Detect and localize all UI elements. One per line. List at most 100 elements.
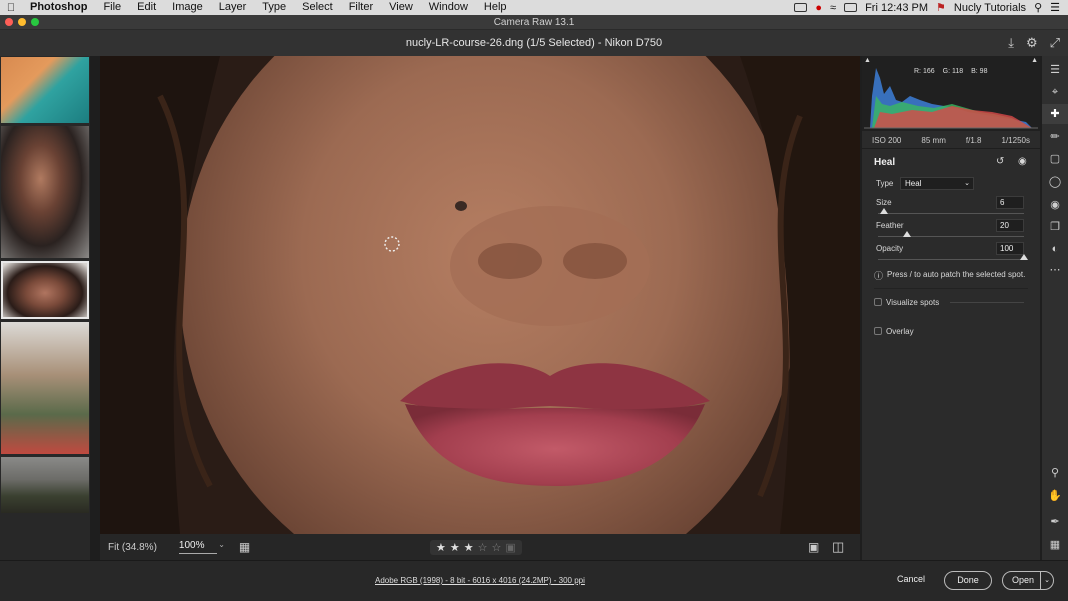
window-controls [5, 18, 39, 26]
grid-overlay-icon[interactable]: ▦ [1042, 535, 1068, 555]
menubar-clock[interactable]: Fri 12:43 PM [865, 2, 928, 14]
filmstrip-toggle-icon[interactable]: ▦ [239, 540, 250, 554]
radial-filter-icon[interactable]: ◯ [1042, 172, 1068, 192]
size-slider-thumb[interactable] [879, 208, 888, 214]
menu-type[interactable]: Type [254, 0, 294, 15]
type-dropdown[interactable]: Heal ⌄ [900, 177, 974, 190]
star-rating[interactable]: ★ ★ ★ ☆ ☆ ▣ [430, 540, 522, 555]
feather-input[interactable]: 20 [996, 219, 1024, 232]
zoom-value: 100% [178, 540, 205, 551]
color-sampler-icon[interactable]: ✒ [1042, 512, 1068, 532]
canvas-bottombar: Fit (34.8%) 100% ⌄ ▦ ★ ★ ★ ☆ ☆ ▣ ▣ ◫ [100, 534, 860, 560]
info-icon: ⓘ [874, 271, 884, 281]
highlight-clip-icon[interactable]: ▲ [1031, 57, 1038, 64]
aperture-value: f/1.8 [965, 135, 982, 145]
save-image-icon[interactable]: ⤓ [1008, 30, 1014, 56]
cancel-button[interactable]: Cancel [886, 571, 936, 590]
wifi-icon[interactable]: ≈ [830, 2, 836, 14]
menu-file[interactable]: File [95, 0, 129, 15]
feather-slider-track[interactable] [878, 236, 1024, 237]
screen-record-icon[interactable] [794, 3, 808, 12]
filmstrip-thumb-building[interactable] [1, 322, 89, 454]
rating-star-icon[interactable]: ★ [436, 541, 446, 554]
filmstrip-thumb-portrait-curtain[interactable] [1, 126, 89, 258]
red-eye-icon[interactable]: ◉ [1042, 195, 1068, 215]
chevron-down-icon: ⌄ [964, 180, 970, 187]
fullscreen-icon[interactable]: ⤢ [1050, 30, 1060, 56]
rating-star-icon[interactable]: ☆ [492, 541, 502, 554]
menu-select[interactable]: Select [294, 0, 341, 15]
airplay-icon[interactable] [844, 3, 858, 12]
open-button-label: Open [1012, 575, 1035, 585]
crop-icon[interactable]: ⌖ [1042, 82, 1068, 102]
zoom-dropdown[interactable]: 100% ⌄ [178, 540, 225, 554]
open-options-chevron-icon[interactable]: ⌄ [1040, 572, 1053, 589]
rating-star-icon[interactable]: ★ [464, 541, 474, 554]
rating-star-icon[interactable]: ★ [450, 541, 460, 554]
mac-menubar:  Photoshop File Edit Image Layer Type S… [0, 0, 1068, 15]
snapshots-icon[interactable]: ❐ [1042, 217, 1068, 237]
shutter-value: 1/1250s [1001, 135, 1030, 145]
filmstrip-thumb-landscape[interactable] [1, 457, 89, 513]
menu-window[interactable]: Window [421, 0, 476, 15]
menu-layer[interactable]: Layer [211, 0, 255, 15]
minimize-window-button[interactable] [18, 18, 26, 26]
feather-label: Feather [876, 221, 904, 230]
size-input[interactable]: 6 [996, 196, 1024, 209]
done-button[interactable]: Done [944, 571, 992, 590]
visualize-spots-checkbox[interactable] [874, 298, 882, 306]
rating-star-icon[interactable]: ☆ [478, 541, 488, 554]
visualize-spots-slider[interactable] [950, 302, 1024, 303]
menu-list-icon[interactable]: ☰ [1050, 1, 1060, 14]
size-slider-track[interactable] [878, 213, 1024, 214]
reset-icon[interactable]: ↺ [996, 156, 1004, 167]
before-after-icon[interactable]: ▣ [808, 540, 819, 554]
filmstrip[interactable] [0, 56, 90, 560]
exif-info: ISO 200 85 mm f/1.8 1/1250s [862, 132, 1040, 149]
apple-icon[interactable]:  [0, 2, 22, 14]
filmstrip-thumb-beach[interactable] [1, 57, 89, 123]
fit-zoom-label[interactable]: Fit (34.8%) [108, 542, 157, 553]
flag-icon[interactable]: ⚑ [936, 1, 946, 14]
size-label: Size [876, 198, 892, 207]
tool-strip: ☰ ⌖ ✚ ✏ ▢ ◯ ◉ ❐ ◐ ⋯ ⚲ ✋ ✒ ▦ [1042, 56, 1068, 560]
menu-help[interactable]: Help [476, 0, 515, 15]
feather-slider-thumb[interactable] [903, 231, 912, 237]
menu-image[interactable]: Image [164, 0, 211, 15]
menu-filter[interactable]: Filter [341, 0, 381, 15]
camera-raw-footer: Adobe RGB (1998) - 8 bit - 6016 x 4016 (… [0, 560, 1068, 601]
workflow-options-link[interactable]: Adobe RGB (1998) - 8 bit - 6016 x 4016 (… [375, 576, 585, 585]
settings-gear-icon[interactable]: ⚙ [1026, 30, 1038, 56]
compare-view-icon[interactable]: ◫ [832, 539, 844, 555]
menu-edit[interactable]: Edit [129, 0, 164, 15]
open-button[interactable]: Open ⌄ [1002, 571, 1054, 590]
image-canvas[interactable] [100, 56, 860, 534]
adobe-cc-icon[interactable]: ● [815, 2, 822, 14]
graduated-filter-icon[interactable]: ▢ [1042, 149, 1068, 169]
opacity-slider-track[interactable] [878, 259, 1024, 260]
divider [874, 288, 1028, 289]
more-options-icon[interactable]: ⋯ [1042, 260, 1068, 280]
chevron-down-icon: ⌄ [218, 540, 225, 549]
visibility-eye-icon[interactable]: ◉ [1018, 156, 1027, 167]
close-window-button[interactable] [5, 18, 13, 26]
menu-view[interactable]: View [381, 0, 421, 15]
window-title: Camera Raw 13.1 [493, 17, 575, 28]
histogram: R: 166 G: 118 B: 98 ▲ ▲ [862, 56, 1040, 131]
presets-icon[interactable]: ◐ [1042, 239, 1068, 259]
zoom-window-button[interactable] [31, 18, 39, 26]
hand-tool-icon[interactable]: ✋ [1042, 486, 1068, 506]
menubar-user[interactable]: Nucly Tutorials [954, 2, 1026, 14]
shadow-clip-icon[interactable]: ▲ [864, 57, 871, 64]
reject-trash-icon[interactable]: ▣ [505, 541, 515, 554]
filmstrip-thumb-portrait-selected[interactable] [1, 261, 89, 319]
edit-sliders-icon[interactable]: ☰ [1042, 60, 1068, 80]
opacity-slider-thumb[interactable] [1020, 254, 1028, 260]
type-value: Heal [905, 179, 922, 188]
spotlight-search-icon[interactable]: ⚲ [1034, 1, 1042, 14]
menu-app-name[interactable]: Photoshop [22, 0, 95, 15]
zoom-tool-icon[interactable]: ⚲ [1042, 463, 1068, 483]
overlay-checkbox[interactable] [874, 327, 882, 335]
adjustment-brush-icon[interactable]: ✏ [1042, 127, 1068, 147]
healing-brush-icon[interactable]: ✚ [1042, 104, 1068, 124]
